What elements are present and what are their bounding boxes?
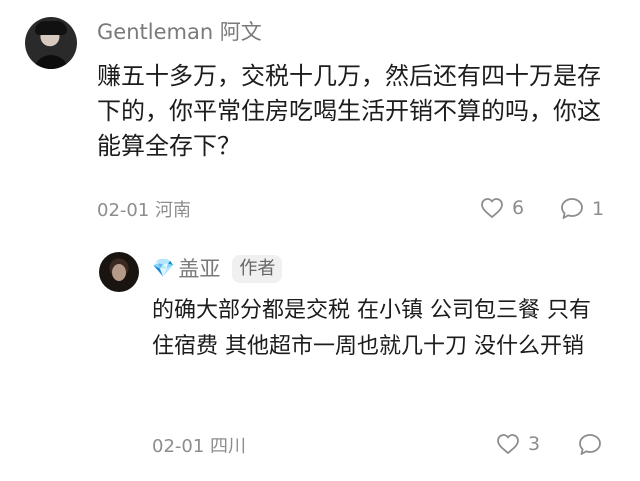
reply-date: 02-01 bbox=[152, 436, 205, 457]
comment-like-button[interactable]: 6 bbox=[480, 197, 524, 219]
comment-reply-button[interactable]: 1 bbox=[560, 197, 604, 220]
comment-date: 02-01 bbox=[97, 200, 150, 221]
comment-meta: 02-01 河南 bbox=[97, 199, 191, 223]
reply-like-button[interactable]: 3 bbox=[496, 433, 540, 455]
avatar-face bbox=[112, 264, 126, 281]
reply-header: 💎 盖亚 作者 bbox=[152, 254, 283, 284]
reply-location: 四川 bbox=[210, 436, 247, 457]
avatar-body bbox=[33, 55, 69, 69]
reply-meta: 02-01 四川 bbox=[152, 435, 246, 459]
commenter-username[interactable]: Gentleman 阿文 bbox=[97, 16, 262, 48]
reply-reply-button[interactable] bbox=[578, 433, 602, 456]
comment-like-count: 6 bbox=[512, 197, 525, 219]
commenter-avatar[interactable] bbox=[25, 17, 77, 69]
comment-bubble-icon bbox=[561, 198, 583, 219]
reply-text: 的确大部分都是交税 在小镇 公司包三餐 只有住宿费 其他超市一周也就几十刀 没什… bbox=[152, 298, 591, 359]
reply-like-count: 3 bbox=[528, 433, 541, 455]
heart-icon bbox=[497, 434, 519, 454]
reply-username[interactable]: 盖亚 bbox=[178, 254, 220, 284]
avatar-hair bbox=[35, 21, 67, 35]
reply-avatar[interactable] bbox=[99, 252, 139, 292]
comment-location: 河南 bbox=[155, 200, 192, 221]
comment-text: 赚五十多万，交税十几万，然后还有四十万是存下的，你平常住房吃喝生活开销不算的吗，… bbox=[97, 62, 601, 160]
author-badge: 作者 bbox=[232, 255, 283, 283]
comment-reply-count: 1 bbox=[592, 197, 605, 220]
heart-icon bbox=[481, 198, 503, 218]
diamond-icon: 💎 bbox=[152, 258, 175, 279]
comment-bubble-icon bbox=[579, 434, 601, 455]
